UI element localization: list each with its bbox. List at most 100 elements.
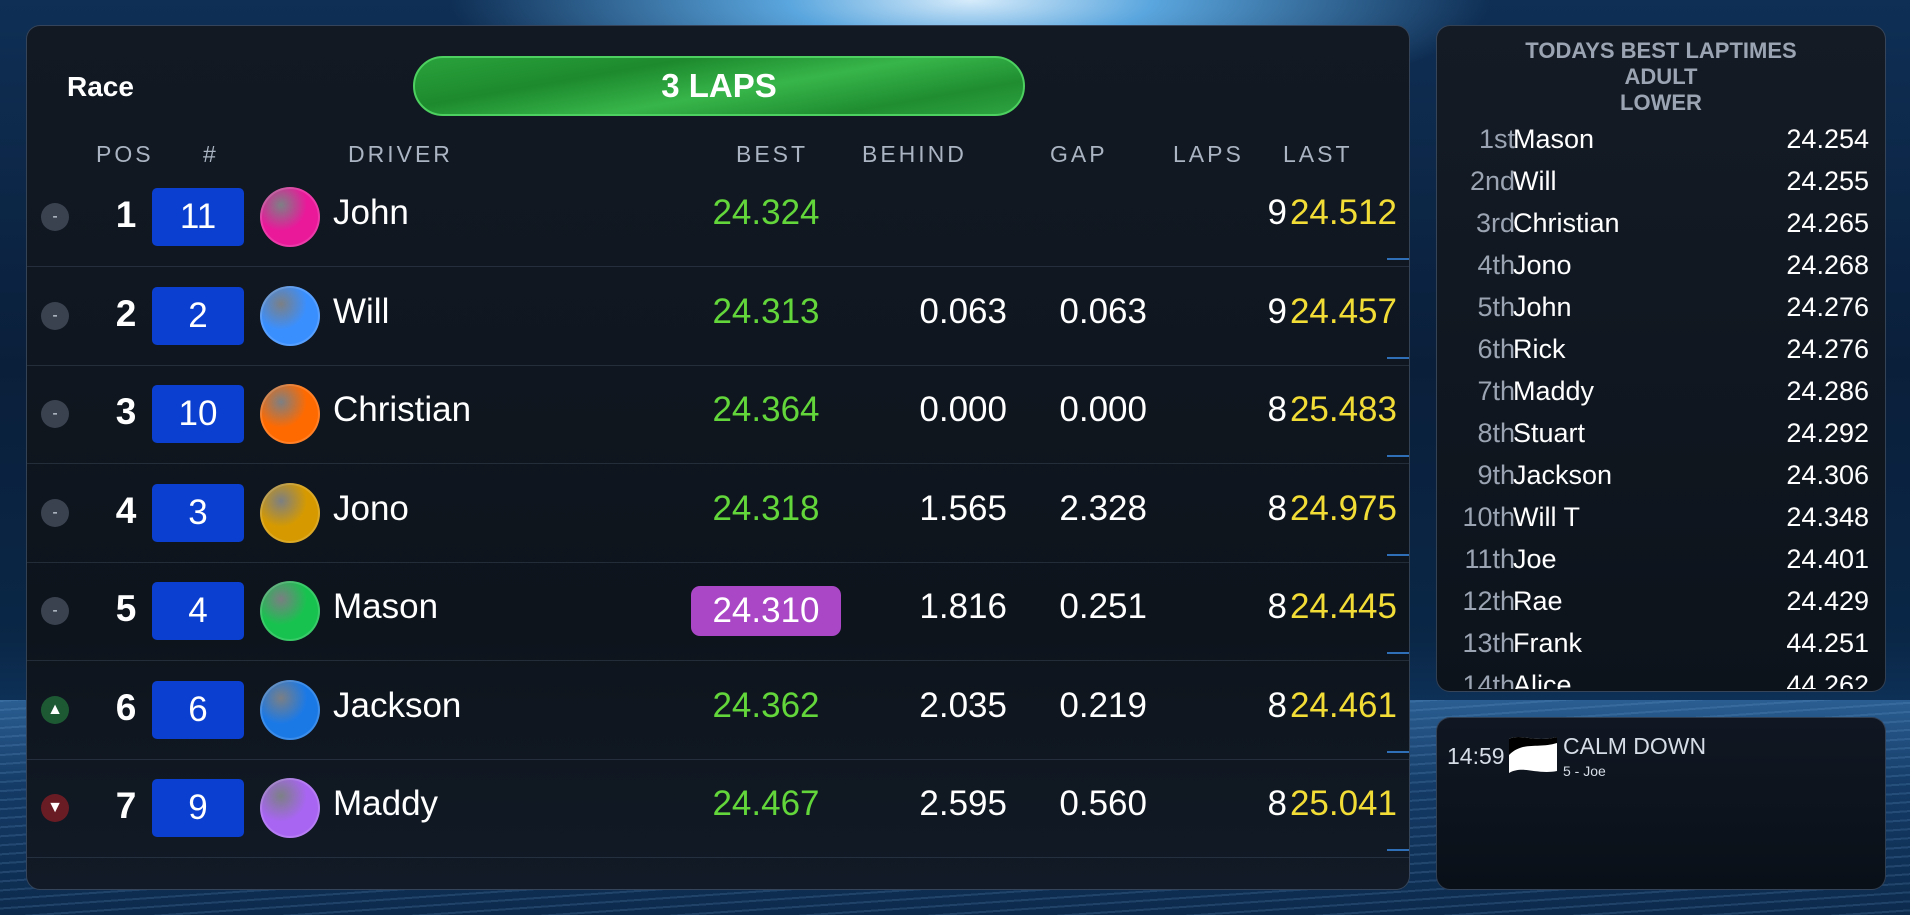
last-lap: 24.445 [1289, 587, 1397, 626]
laps-count: 8 [1267, 587, 1287, 626]
best-laptime-time: 24.292 [1786, 418, 1869, 448]
best-laptime-rank: 2nd [1469, 166, 1515, 196]
driver-color-dot [260, 679, 320, 740]
laps-count: 8 [1267, 784, 1287, 823]
result-row: -1 11 John 24.324 9 24.512 [27, 168, 1409, 267]
best-laptime-name: Jono [1513, 250, 1572, 280]
best-laptimes-title-line: TODAYS BEST LAPTIMES [1525, 38, 1797, 63]
driver-color-dot [260, 187, 320, 247]
best-laptime-time: 24.265 [1786, 208, 1869, 238]
message-panel: 14:59 CALM DOWN 5 - Joe [1436, 717, 1886, 890]
row-divider-tick [1387, 849, 1409, 851]
kart-number: 2 [152, 286, 244, 345]
driver-color-dot [260, 482, 320, 543]
driver-color-dot [260, 581, 320, 641]
best-laptime-time: 44.251 [1786, 628, 1869, 658]
best-laptime-time: 24.306 [1786, 460, 1869, 490]
position: 6 [115, 686, 137, 728]
best-laptime-rank: 7th [1477, 376, 1515, 406]
best-laptime-item: 13th Frank 44.251 [1437, 622, 1885, 664]
behind-time: 2.595 [919, 784, 1007, 823]
gap-time: 0.000 [1059, 390, 1147, 429]
best-laptime-item: 10th Will T 24.348 [1437, 496, 1885, 538]
gap-time: 0.560 [1059, 784, 1147, 823]
best-laptime-time: 24.286 [1786, 376, 1869, 406]
best-laptime-item: 12th Rae 24.429 [1437, 580, 1885, 622]
message-sub: 5 - Joe [1563, 763, 1606, 779]
gap-time: 0.063 [1059, 291, 1147, 331]
position: 4 [115, 489, 137, 531]
best-laptime-rank: 1st [1478, 124, 1515, 154]
kart-number: 3 [152, 483, 244, 542]
last-lap: 24.975 [1289, 488, 1397, 528]
laps-banner: 3 LAPS [413, 56, 1025, 116]
driver-name: Mason [333, 587, 439, 626]
laps-count: 9 [1267, 193, 1287, 232]
kart-number: 6 [152, 680, 244, 739]
result-row: ▼ 7 9 Maddy 24.467 2.595 0.560 8 25.041 [27, 759, 1409, 858]
best-laptime-item: 3rd Christian 24.265 [1437, 202, 1885, 244]
header-laps: LAPS [1173, 141, 1244, 167]
kart-number: 10 [152, 385, 244, 443]
header-gap: GAP [1050, 141, 1108, 167]
driver-name: Jono [333, 488, 409, 528]
best-laptimes-list[interactable]: 1st Mason 24.254 2nd Will 24.255 3rd Christian 2… [1437, 118, 1885, 689]
best-laptime-time: 24.254 [1786, 124, 1869, 154]
row-divider-tick [1387, 356, 1409, 359]
position: 1 [115, 194, 137, 235]
best-lap: 24.362 [712, 685, 820, 725]
row-divider-tick [1387, 553, 1409, 556]
best-laptime-item: 9th Jackson 24.306 [1437, 454, 1885, 496]
behind-time: 1.816 [919, 587, 1007, 626]
best-laptime-name: Will T [1513, 502, 1580, 532]
best-laptime-name: Mason [1513, 124, 1595, 154]
best-laptime-rank: 14th [1462, 670, 1515, 689]
result-row: - 5 4 Mason 24.310 1.816 0.251 8 24.445 [27, 562, 1409, 661]
behind-time: 0.000 [919, 390, 1007, 429]
best-laptime-item: 4th Jono 24.268 [1437, 244, 1885, 286]
header-pos: POS [96, 141, 154, 167]
best-laptime-item: 11th Joe 24.401 [1437, 538, 1885, 580]
best-laptime-rank: 9th [1477, 460, 1515, 490]
best-laptimes-title: TODAYS BEST LAPTIMES ADULT LOWER [1437, 38, 1885, 116]
position-same-icon: - [41, 400, 69, 428]
driver-name: John [333, 193, 409, 232]
best-laptime-time: 24.276 [1786, 292, 1869, 322]
best-laptime-name: Rae [1513, 586, 1563, 616]
best-laptime-time: 24.276 [1786, 334, 1869, 364]
laps-count: 8 [1267, 685, 1287, 725]
last-lap: 25.041 [1289, 784, 1397, 823]
best-laptime-rank: 5th [1477, 292, 1515, 322]
best-laptime-time: 24.255 [1786, 166, 1869, 196]
last-lap: 24.461 [1289, 685, 1397, 725]
best-laptime-name: Joe [1513, 544, 1557, 574]
position: 3 [115, 391, 137, 432]
driver-name: Maddy [333, 784, 439, 823]
best-laptimes-subcategory: LOWER [1620, 90, 1702, 115]
best-lap: 24.324 [712, 193, 820, 232]
laps-count: 9 [1267, 291, 1287, 331]
row-divider-tick [1387, 258, 1409, 260]
position-same-icon: - [41, 301, 69, 330]
best-lap: 24.313 [712, 291, 820, 331]
best-laptime-name: Christian [1513, 208, 1620, 238]
position-down-icon: ▼ [41, 794, 69, 822]
race-panel: Race 3 LAPS POS # DRIVER BEST BEHIND GAP… [26, 25, 1410, 890]
best-laptime-name: John [1513, 292, 1572, 322]
row-divider-tick [1387, 455, 1409, 457]
gap-time: 0.251 [1059, 587, 1147, 626]
position-same-icon: - [41, 203, 69, 231]
driver-name: Will [333, 291, 390, 331]
position-same-icon: - [41, 498, 69, 527]
best-laptime-item: 1st Mason 24.254 [1437, 118, 1885, 160]
message-text: CALM DOWN [1563, 733, 1707, 759]
best-laptime-rank: 6th [1477, 334, 1515, 364]
best-laptime-rank: 11th [1464, 544, 1515, 574]
result-row: ▲ 6 6 Jackson 24.362 2.035 0.219 8 24.461 [27, 661, 1409, 760]
result-row: - 2 2 Will 24.313 0.063 0.063 9 24.457 [27, 267, 1409, 366]
driver-color-dot [260, 384, 320, 444]
best-laptime-name: Stuart [1513, 418, 1586, 448]
behind-time: 0.063 [919, 291, 1007, 331]
position: 5 [115, 588, 137, 629]
best-laptime-rank: 4th [1477, 250, 1515, 280]
